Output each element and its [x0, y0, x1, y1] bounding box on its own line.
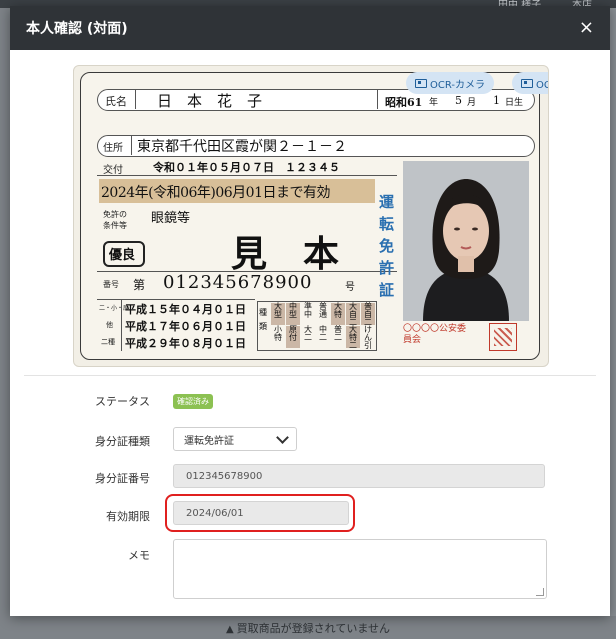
license-class-cell: 中二: [319, 325, 327, 342]
ocr-camera-button[interactable]: OCR-カメラ: [405, 72, 494, 94]
portrait-image: [403, 161, 529, 321]
modal-title: 本人確認 (対面): [26, 21, 128, 37]
memo-textarea[interactable]: [173, 539, 547, 599]
ocr-scanner-label: OCR-スキャナ: [535, 79, 548, 91]
license-date-2: 平成１７年０６月０１日: [125, 320, 246, 333]
ocr-scanner-button[interactable]: OCR-スキャナ: [511, 72, 548, 94]
close-button[interactable]: ×: [579, 19, 594, 37]
license-address: 東京都千代田区霞が関２－１－２: [137, 139, 347, 155]
license-class-cell: 大二: [304, 325, 312, 342]
license-date-1: 平成１５年０４月０１日: [125, 303, 246, 316]
license-class-cell: けん引: [364, 325, 372, 350]
license-class-cell: 準中: [304, 302, 312, 319]
drivers-license-image: 氏名 日 本 花 子 昭和61 年 5 月 1 日生 住所 東京都千代田区霞が関…: [73, 65, 549, 367]
license-address-label: 住所: [103, 143, 123, 154]
license-issue-date: 令和０１年０５月０７日 １２３４５: [153, 161, 340, 174]
license-class-cell: 普通: [319, 302, 327, 319]
license-expiry: 2024年(令和06年)06月01日まで有効: [101, 185, 331, 201]
license-divider: [97, 175, 397, 176]
license-number: 012345678900: [163, 272, 313, 293]
warning-icon: ▲: [225, 624, 234, 635]
license-class-cell: 大特二: [346, 326, 360, 350]
status-badge: 確認済み: [173, 394, 213, 409]
memo-label: メモ: [128, 549, 150, 562]
license-birth-day: 1: [493, 94, 500, 107]
license-number-suffix: 号: [345, 282, 355, 293]
footer-notice-text: 買取商品が登録されていません: [236, 622, 391, 635]
license-conditions: 眼鏡等: [151, 211, 191, 226]
license-photo: [403, 161, 529, 321]
license-name: 日 本 花 子: [157, 92, 263, 110]
form-divider: [24, 375, 596, 376]
license-excellent: 優良: [109, 248, 136, 263]
background-sidebar: [0, 8, 10, 639]
ocr-camera-label: OCR-カメラ: [429, 79, 485, 91]
license-class-cell: 大型: [271, 303, 285, 325]
license-birth-month: 5: [455, 94, 462, 107]
license-number-prefix: 第: [133, 278, 146, 292]
expiry-label: 有効期限: [106, 510, 150, 523]
license-birth-year-unit: 年: [429, 98, 439, 108]
license-side-text: 運転免許証: [379, 193, 395, 299]
id-type-value: 運転免許証: [184, 435, 234, 447]
id-type-label: 身分証種類: [95, 435, 150, 448]
id-number-value: 012345678900: [186, 470, 263, 482]
id-card-icon: [414, 78, 427, 88]
license-class-cell: 普二: [334, 325, 342, 342]
license-birth-month-unit: 月: [467, 98, 477, 108]
id-card-icon: [520, 78, 533, 88]
license-class-cell: 大自二: [346, 303, 360, 327]
resize-handle-icon[interactable]: [536, 588, 544, 596]
modal-header: 本人確認 (対面) ×: [10, 6, 610, 50]
license-class-cell: 中型: [286, 303, 300, 325]
license-seal: [489, 323, 517, 351]
chevron-down-icon: [276, 430, 289, 444]
expiry-highlight: [165, 494, 355, 532]
license-conditions-label: 免許の条件等: [103, 210, 127, 230]
id-type-select[interactable]: 運転免許証: [173, 427, 297, 451]
license-class-cell: 大特: [331, 303, 345, 325]
license-divider: [135, 90, 136, 109]
id-number-label: 身分証番号: [95, 472, 150, 485]
background-footer-notice: ▲ 買取商品が登録されていません: [0, 620, 616, 636]
license-class-cell: 普自二: [361, 303, 375, 327]
license-date-label-3: 二種: [101, 338, 115, 346]
license-number-label: 番号: [103, 280, 119, 289]
license-sample-watermark: 見 本: [231, 233, 340, 275]
license-class-cell: 小特: [274, 325, 282, 342]
identity-verification-modal: 本人確認 (対面) × 氏名 日 本 花 子 昭和61 年 5 月 1 日生 住…: [10, 6, 610, 616]
license-issue-label: 交付: [103, 165, 123, 176]
license-divider: [131, 136, 132, 155]
license-date-label-2: 他: [106, 321, 113, 329]
license-frame: 氏名 日 本 花 子 昭和61 年 5 月 1 日生 住所 東京都千代田区霞が関…: [80, 72, 540, 360]
license-issuer: 〇〇〇〇公安委員会: [403, 324, 467, 345]
license-date-3: 平成２９年０８月０１日: [125, 337, 246, 350]
status-label: ステータス: [95, 395, 150, 408]
license-name-label: 氏名: [105, 95, 127, 108]
id-number-field[interactable]: 012345678900: [173, 464, 545, 488]
license-birth-day-unit: 日生: [505, 98, 524, 108]
license-birth-era: 昭和61: [385, 96, 423, 109]
license-divider: [377, 90, 378, 109]
license-kind-label: 種類: [259, 308, 267, 331]
license-class-cell: 原付: [286, 326, 300, 348]
